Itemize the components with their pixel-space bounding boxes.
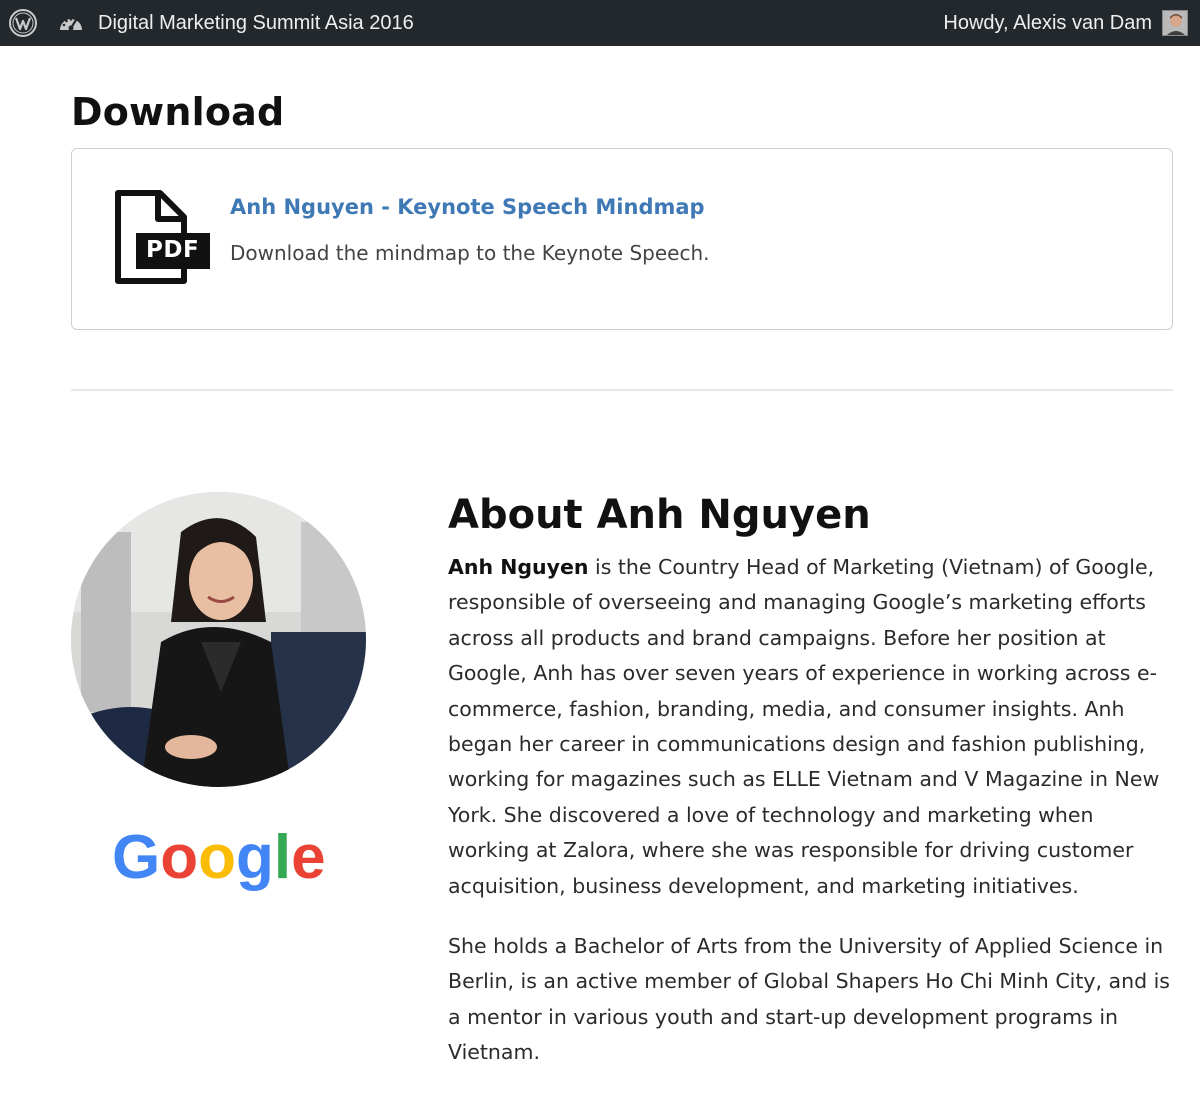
pdf-file-icon[interactable]: PDF [112,189,212,289]
bio-paragraph-1-text: is the Country Head of Marketing (Vietna… [448,555,1160,898]
download-description: Download the mindmap to the Keynote Spee… [230,241,710,265]
bio-paragraph-2: She holds a Bachelor of Arts from the Un… [448,934,1170,1065]
section-divider [71,389,1173,391]
page-title: Download [71,90,285,134]
my-account-menu[interactable]: Howdy, Alexis van Dam [943,0,1200,46]
bio-paragraph-1: Anh Nguyen is the Country Head of Market… [448,550,1173,904]
speaker-photo [71,492,366,787]
svg-text:Google: Google [112,823,325,892]
dashboard-icon[interactable] [56,0,86,46]
google-logo: Google [110,818,326,900]
download-link[interactable]: Anh Nguyen - Keynote Speech Mindmap [230,195,705,219]
wordpress-icon[interactable] [0,0,46,46]
speaker-name: Anh Nguyen [448,555,589,579]
about-heading: About Anh Nguyen [448,492,871,538]
speaker-bio: Anh Nguyen is the Country Head of Market… [448,550,1173,1096]
avatar [1162,10,1188,36]
site-name-link[interactable]: Digital Marketing Summit Asia 2016 [98,12,414,35]
pdf-badge-label: PDF [146,237,200,263]
admin-bar: Digital Marketing Summit Asia 2016 Howdy… [0,0,1200,46]
howdy-label: Howdy, Alexis van Dam [943,11,1152,34]
download-card: PDF Anh Nguyen - Keynote Speech Mindmap … [71,148,1173,330]
